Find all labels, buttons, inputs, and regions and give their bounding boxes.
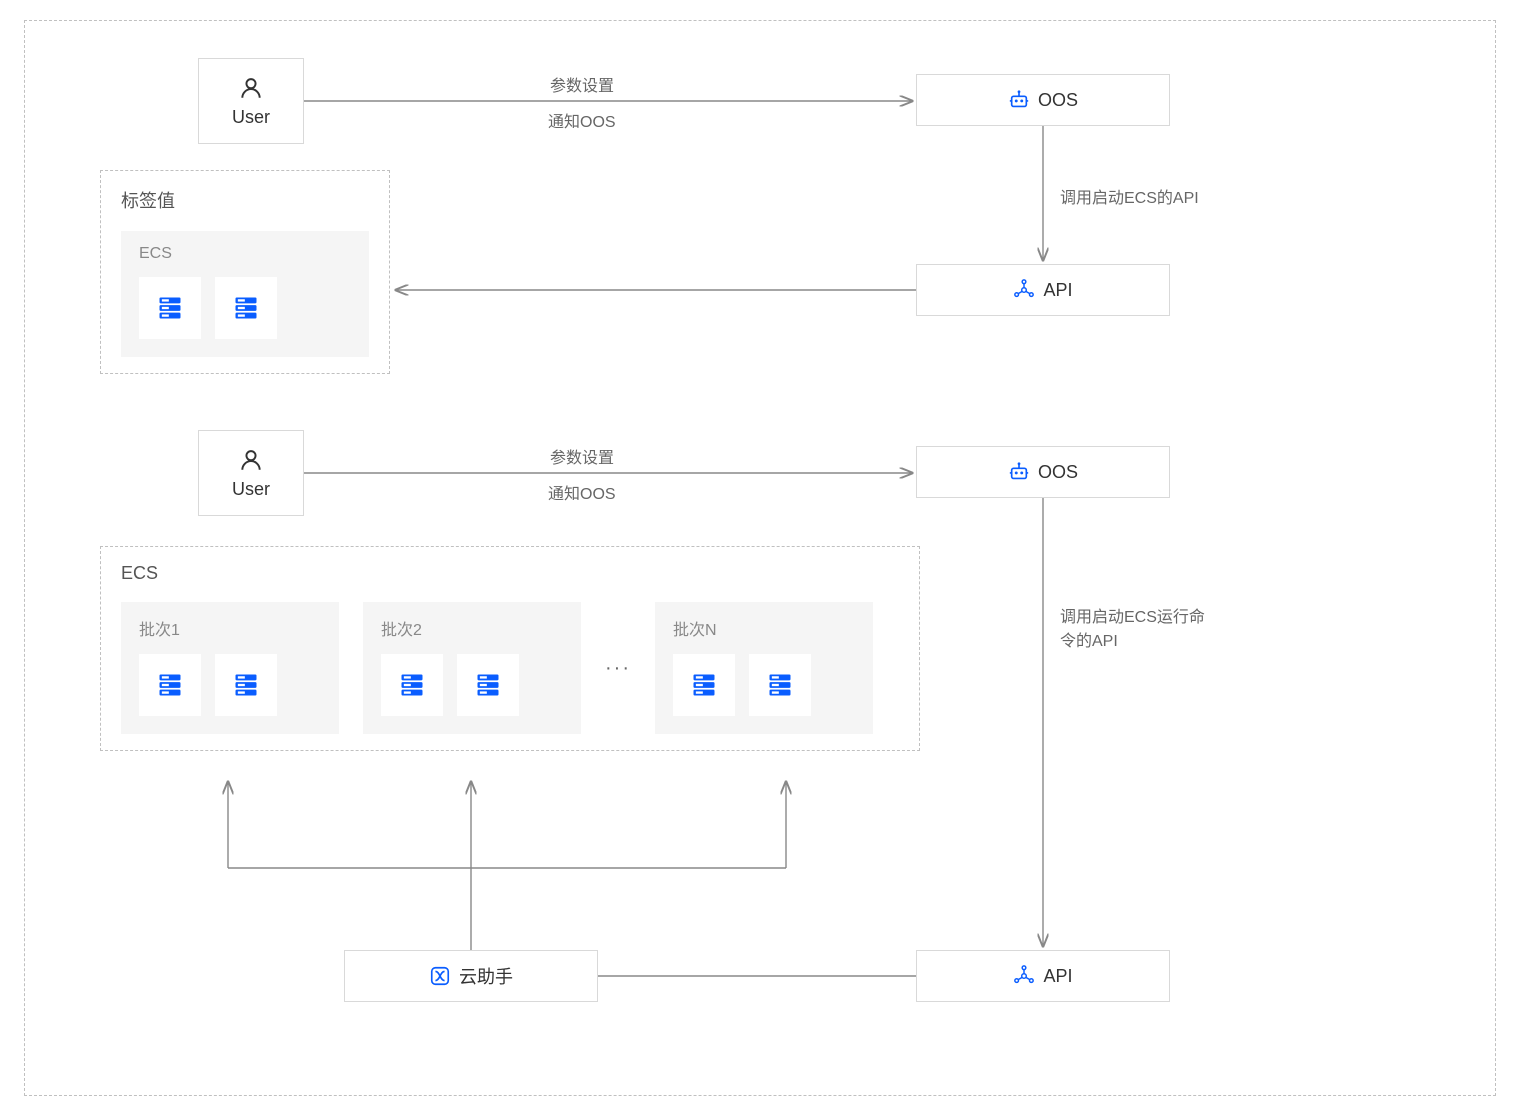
assistant-icon [429, 965, 451, 987]
server-icon [690, 671, 718, 699]
label-notify-2: 通知OOS [548, 480, 616, 504]
server-tile [215, 277, 277, 339]
api-node-2: API [916, 950, 1170, 1002]
server-icon [232, 294, 260, 322]
api-label-2: API [1043, 966, 1072, 987]
tag-values-sub: ECS [139, 245, 351, 263]
label-call-ecs-api-2: 调用启动ECS运行命令的API [1060, 606, 1220, 654]
server-tile [381, 654, 443, 716]
assistant-node: 云助手 [344, 950, 598, 1002]
batch-ellipsis: ··· [605, 657, 631, 680]
server-icon [398, 671, 426, 699]
server-tile [673, 654, 735, 716]
label-params-1: 参数设置 [550, 72, 614, 96]
user-node-2: User [198, 430, 304, 516]
batch-1: 批次1 [121, 602, 339, 734]
server-tile [457, 654, 519, 716]
label-notify-1: 通知OOS [548, 108, 616, 132]
tag-values-title: 标签值 [121, 187, 369, 213]
server-tile [215, 654, 277, 716]
label-call-ecs-api-1: 调用启动ECS的API [1060, 184, 1199, 208]
oos-label-1: OOS [1038, 90, 1078, 111]
server-icon [156, 671, 184, 699]
api-icon [1013, 965, 1035, 987]
api-label-1: API [1043, 280, 1072, 301]
server-icon [766, 671, 794, 699]
user-label-1: User [232, 107, 270, 128]
ecs-box: ECS 批次1 批次2 ··· 批次N [100, 546, 920, 751]
server-icon [232, 671, 260, 699]
batchN-label: 批次N [673, 616, 855, 640]
tag-values-panel: ECS [121, 231, 369, 357]
label-params-2: 参数设置 [550, 444, 614, 468]
batch-2: 批次2 [363, 602, 581, 734]
api-node-1: API [916, 264, 1170, 316]
user-label-2: User [232, 479, 270, 500]
user-icon [238, 447, 264, 473]
user-node-1: User [198, 58, 304, 144]
api-icon [1013, 279, 1035, 301]
server-tile [139, 277, 201, 339]
server-icon [474, 671, 502, 699]
batch2-label: 批次2 [381, 616, 563, 640]
ecs-title: ECS [121, 563, 899, 584]
server-icon [156, 294, 184, 322]
batch1-label: 批次1 [139, 616, 321, 640]
oos-node-1: OOS [916, 74, 1170, 126]
assistant-label: 云助手 [459, 963, 513, 989]
robot-icon [1008, 89, 1030, 111]
server-tile [139, 654, 201, 716]
oos-node-2: OOS [916, 446, 1170, 498]
tag-values-box: 标签值 ECS [100, 170, 390, 374]
batch-n: 批次N [655, 602, 873, 734]
oos-label-2: OOS [1038, 462, 1078, 483]
robot-icon [1008, 461, 1030, 483]
user-icon [238, 75, 264, 101]
server-tile [749, 654, 811, 716]
